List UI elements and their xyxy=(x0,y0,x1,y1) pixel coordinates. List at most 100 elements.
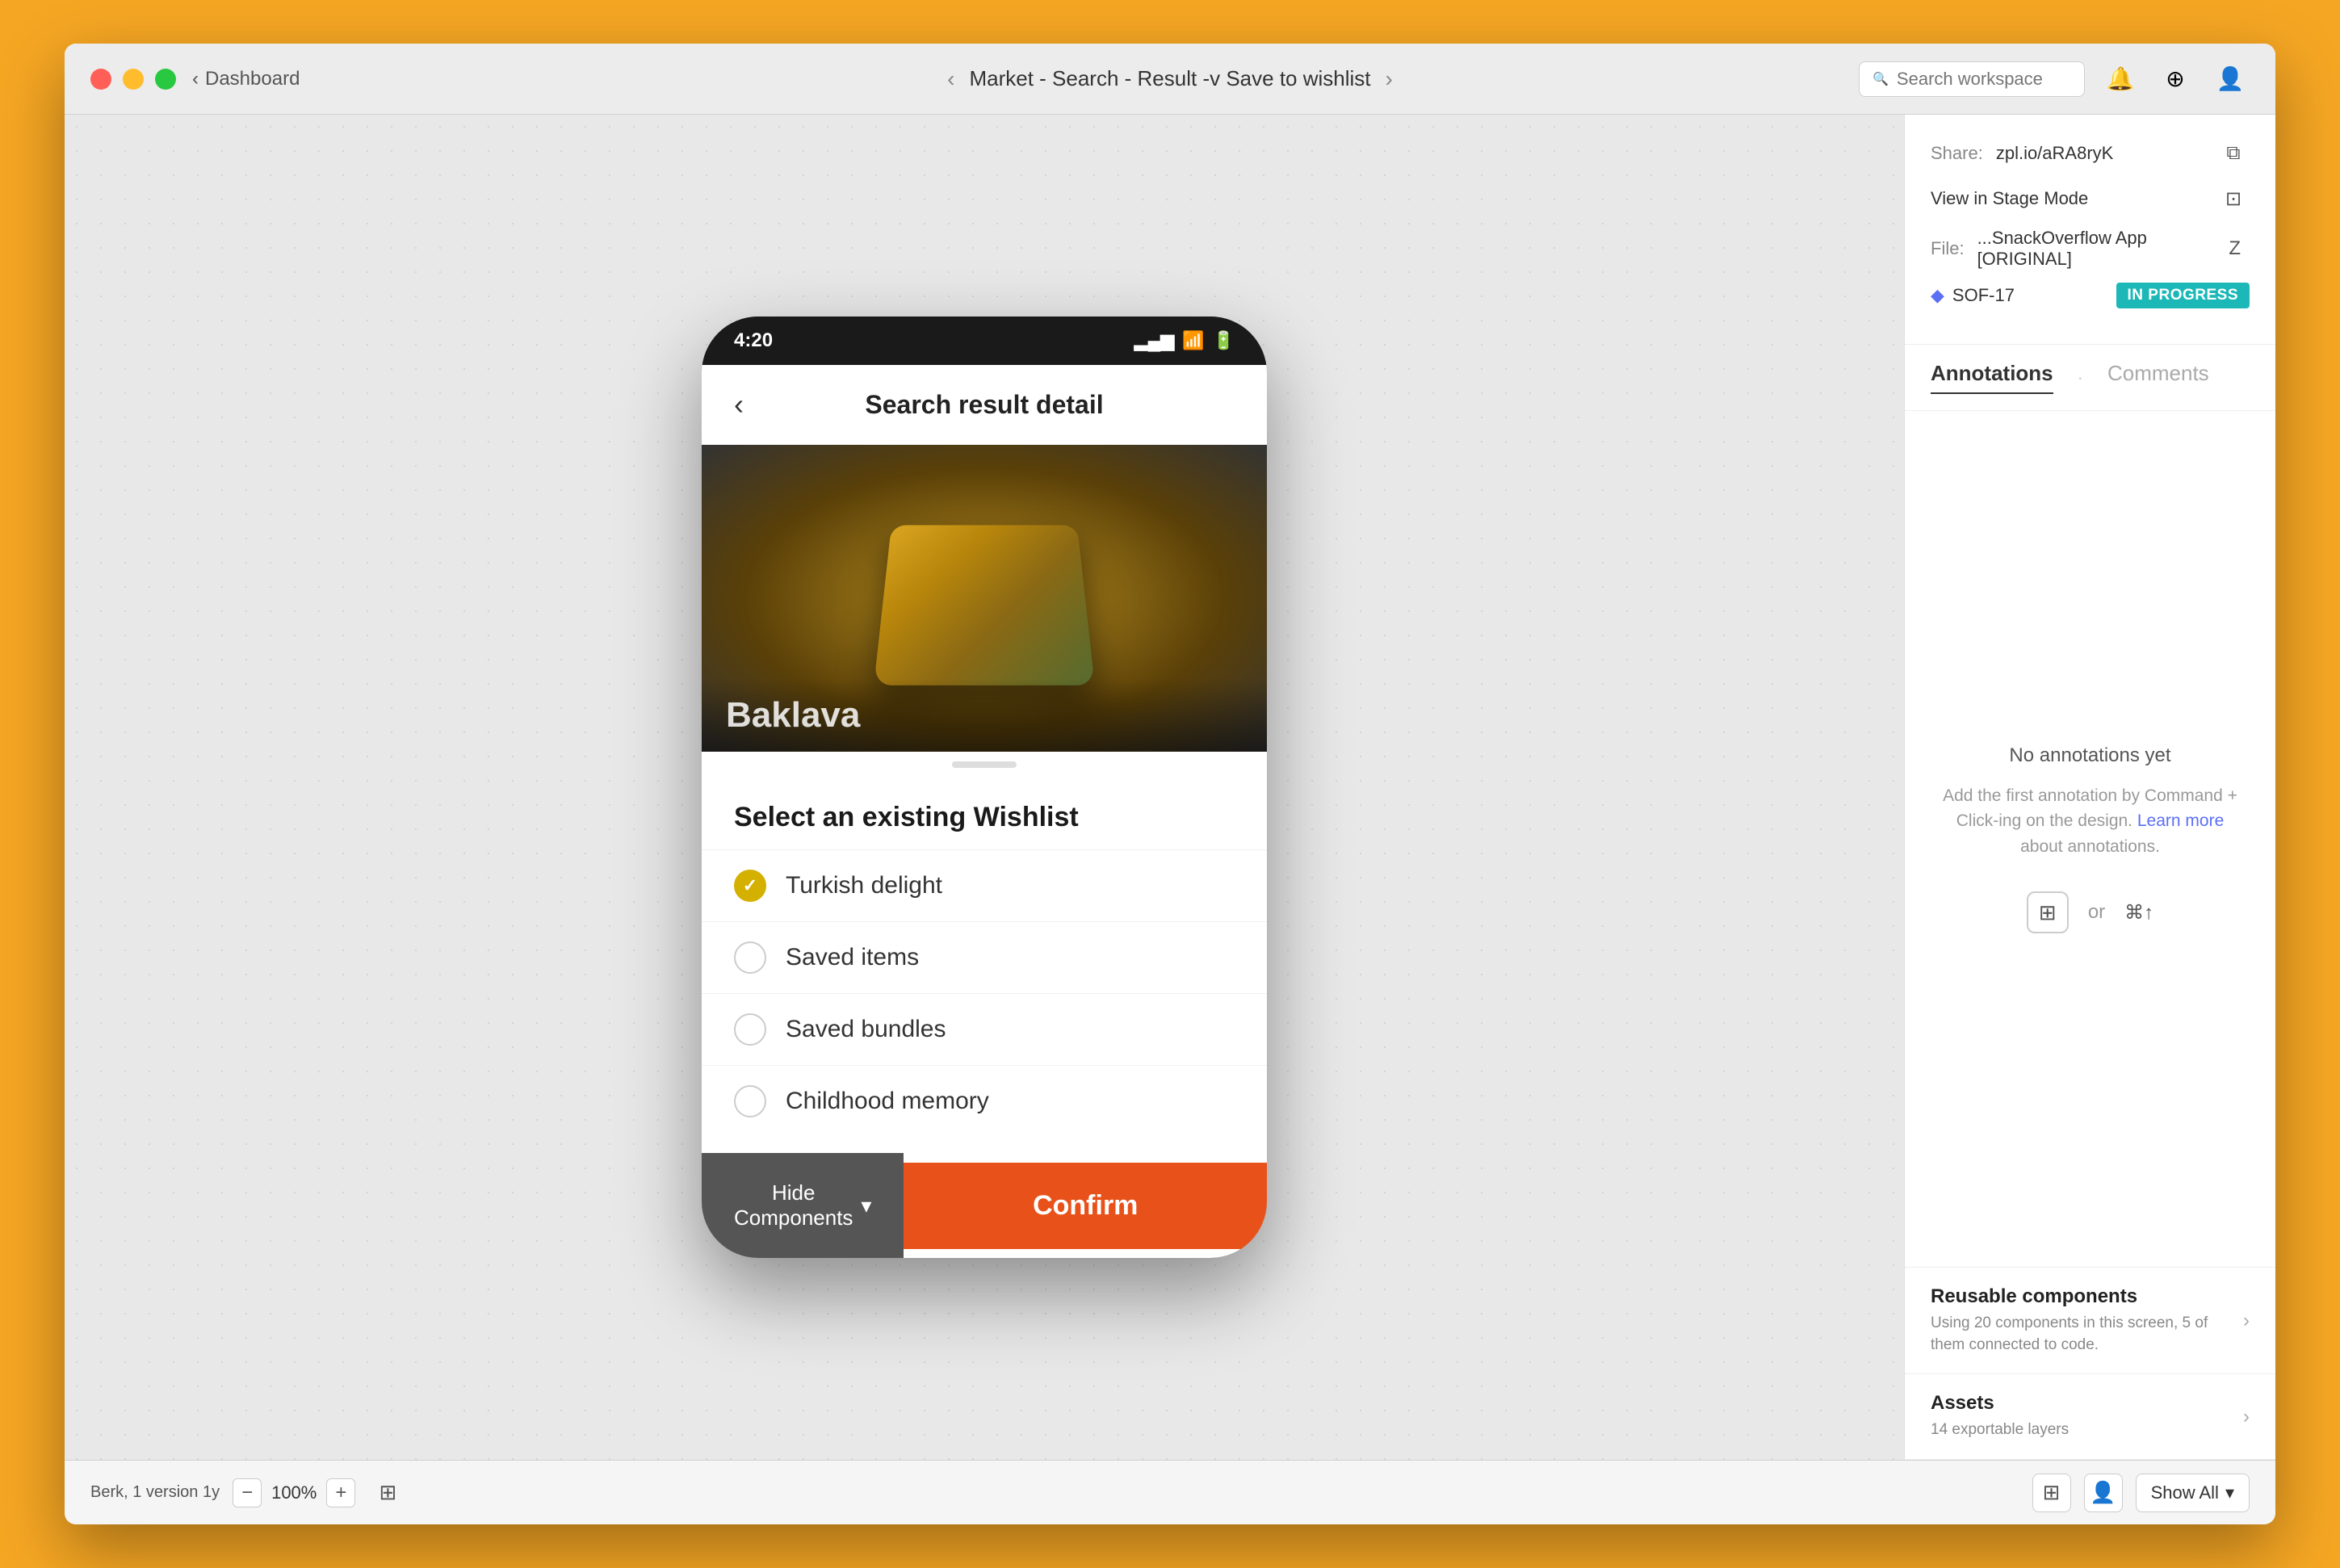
frame-icon-button[interactable]: ⊞ xyxy=(368,1474,407,1512)
phone-action-bar: Hide Components ▾ Confirm xyxy=(702,1153,1267,1258)
titlebar-right: 🔍 🔔 ⊕ 👤 xyxy=(1859,60,2250,99)
toolbar-left: Berk, 1 version 1y − 100% + ⊞ xyxy=(90,1474,407,1512)
share-label: Share: xyxy=(1931,143,1983,164)
hide-components-button[interactable]: Hide Components ▾ xyxy=(702,1153,904,1258)
search-workspace-container: 🔍 xyxy=(1859,61,2085,97)
titlebar-title: Market - Search - Result -v Save to wish… xyxy=(969,66,1370,91)
task-row: ◆ SOF-17 IN PROGRESS xyxy=(1931,283,2250,308)
wifi-icon: 📶 xyxy=(1182,330,1204,351)
radio-saved-bundles[interactable] xyxy=(734,1013,766,1046)
canvas-area[interactable]: 4:20 ▂▄▆ 📶 🔋 ‹ Search result detail xyxy=(65,115,1904,1460)
tab-annotations[interactable]: Annotations xyxy=(1931,361,2053,394)
food-image-overlay: Baklava xyxy=(702,679,1267,752)
version-info: Berk, 1 version 1y xyxy=(90,1483,220,1502)
show-all-button[interactable]: Show All ▾ xyxy=(2136,1474,2250,1512)
wishlist-label-0: Turkish delight xyxy=(786,872,942,899)
phone-mockup: 4:20 ▂▄▆ 📶 🔋 ‹ Search result detail xyxy=(702,317,1267,1258)
stage-mode-button[interactable]: ⊡ xyxy=(2217,182,2250,215)
file-row-left: File: ...SnackOverflow App [ORIGINAL] xyxy=(1931,228,2220,270)
signal-icon: ▂▄▆ xyxy=(1134,330,1174,351)
tab-comments[interactable]: Comments xyxy=(2107,361,2209,394)
radio-turkish-delight[interactable]: ✓ xyxy=(734,870,766,902)
screen-title: Search result detail xyxy=(865,390,1103,420)
annotation-shortcuts: ⊞ or ⌘↑ xyxy=(2027,891,2153,933)
wishlist-item-1[interactable]: Saved items xyxy=(702,921,1267,993)
annotations-area: No annotations yet Add the first annotat… xyxy=(1905,411,2275,1267)
zoom-value: 100% xyxy=(271,1482,317,1503)
zoom-plus-button[interactable]: + xyxy=(326,1478,355,1507)
dashboard-label: Dashboard xyxy=(205,68,300,90)
wishlist-item-2[interactable]: Saved bundles xyxy=(702,993,1267,1065)
assets-desc: 14 exportable layers xyxy=(1931,1419,2243,1441)
scroll-indicator xyxy=(702,752,1267,778)
food-image-area: Baklava xyxy=(702,445,1267,752)
status-right: ▂▄▆ 📶 🔋 xyxy=(1134,330,1235,351)
confirm-label: Confirm xyxy=(1033,1190,1138,1221)
toolbar-right: ⊞ 👤 Show All ▾ xyxy=(2032,1474,2250,1512)
file-value: ...SnackOverflow App [ORIGINAL] xyxy=(1977,228,2220,270)
battery-icon: 🔋 xyxy=(1213,330,1235,351)
assets-content: Assets 14 exportable layers xyxy=(1931,1392,2243,1441)
no-annotations-desc: Add the first annotation by Command + Cl… xyxy=(1937,783,2243,860)
zoom-minus-button[interactable]: − xyxy=(233,1478,262,1507)
reusable-components-desc: Using 20 components in this screen, 5 of… xyxy=(1931,1313,2243,1356)
status-time: 4:20 xyxy=(734,329,773,352)
notification-button[interactable]: 🔔 xyxy=(2101,60,2140,99)
wishlist-label-2: Saved bundles xyxy=(786,1016,946,1043)
wishlist-label-3: Childhood memory xyxy=(786,1088,989,1115)
file-row: File: ...SnackOverflow App [ORIGINAL] Z xyxy=(1931,228,2250,270)
annotation-add-button[interactable]: ⊞ xyxy=(2032,1474,2071,1512)
wishlist-item-0[interactable]: ✓ Turkish delight xyxy=(702,849,1267,921)
nav-back-button[interactable]: ‹ xyxy=(947,68,954,90)
diamond-icon: ◆ xyxy=(1931,285,1944,306)
share-row-left: Share: zpl.io/aRA8ryK xyxy=(1931,143,2113,164)
confirm-button[interactable]: Confirm xyxy=(904,1163,1267,1249)
back-button[interactable]: ‹ xyxy=(734,388,744,421)
chevron-down-icon: ▾ xyxy=(861,1193,871,1218)
main-content: 4:20 ▂▄▆ 📶 🔋 ‹ Search result detail xyxy=(65,115,2275,1460)
chevron-right-icon: › xyxy=(2243,1310,2250,1332)
assets-panel[interactable]: Assets 14 exportable layers › xyxy=(1905,1374,2275,1460)
learn-more-link[interactable]: Learn more xyxy=(2137,811,2224,830)
search-icon: 🔍 xyxy=(1872,71,1889,87)
share-row: Share: zpl.io/aRA8ryK ⧉ xyxy=(1931,137,2250,170)
show-all-label: Show All xyxy=(2151,1482,2219,1503)
zoom-controls: − 100% + xyxy=(233,1478,355,1507)
titlebar: ‹ Dashboard ‹ Market - Search - Result -… xyxy=(65,44,2275,115)
check-icon: ✓ xyxy=(743,875,757,896)
phone-screen: ‹ Search result detail xyxy=(702,365,1267,1258)
task-badge: ◆ SOF-17 xyxy=(1931,285,2015,306)
traffic-lights xyxy=(90,69,176,90)
nav-forward-button[interactable]: › xyxy=(1386,68,1393,90)
bottom-panels: Reusable components Using 20 components … xyxy=(1905,1267,2275,1460)
right-panel: Share: zpl.io/aRA8ryK ⧉ View in Stage Mo… xyxy=(1904,115,2275,1460)
search-workspace-input[interactable] xyxy=(1897,69,2071,90)
wishlist-item-3[interactable]: Childhood memory xyxy=(702,1065,1267,1137)
add-annotation-button[interactable]: ⊞ xyxy=(2027,891,2069,933)
dashboard-button[interactable]: ‹ Dashboard xyxy=(192,68,300,90)
traffic-light-minimize[interactable] xyxy=(123,69,144,90)
screen-header: ‹ Search result detail xyxy=(702,365,1267,445)
baklava-svg xyxy=(863,501,1105,695)
status-badge: IN PROGRESS xyxy=(2116,283,2250,308)
traffic-light-fullscreen[interactable] xyxy=(155,69,176,90)
help-button[interactable]: ⊕ xyxy=(2156,60,2195,99)
radio-saved-items[interactable] xyxy=(734,941,766,974)
avatar-toolbar[interactable]: 👤 xyxy=(2084,1474,2123,1512)
scroll-pill xyxy=(952,761,1017,768)
food-name: Baklava xyxy=(726,695,860,735)
user-avatar[interactable]: 👤 xyxy=(2211,60,2250,99)
traffic-light-close[interactable] xyxy=(90,69,111,90)
radio-childhood-memory[interactable] xyxy=(734,1085,766,1117)
assets-title: Assets xyxy=(1931,1392,2243,1415)
copy-link-button[interactable]: ⧉ xyxy=(2217,137,2250,170)
wishlist-label-1: Saved items xyxy=(786,944,919,971)
no-annotations-title: No annotations yet xyxy=(2009,744,2170,767)
file-label: File: xyxy=(1931,238,1965,259)
titlebar-nav: ‹ Market - Search - Result -v Save to wi… xyxy=(947,66,1393,91)
phone-status-bar: 4:20 ▂▄▆ 📶 🔋 xyxy=(702,317,1267,365)
stage-mode-label: View in Stage Mode xyxy=(1931,188,2088,209)
reusable-components-panel[interactable]: Reusable components Using 20 components … xyxy=(1905,1268,2275,1374)
zeplin-icon-button[interactable]: Z xyxy=(2220,233,2250,265)
panel-info: Share: zpl.io/aRA8ryK ⧉ View in Stage Mo… xyxy=(1905,115,2275,345)
